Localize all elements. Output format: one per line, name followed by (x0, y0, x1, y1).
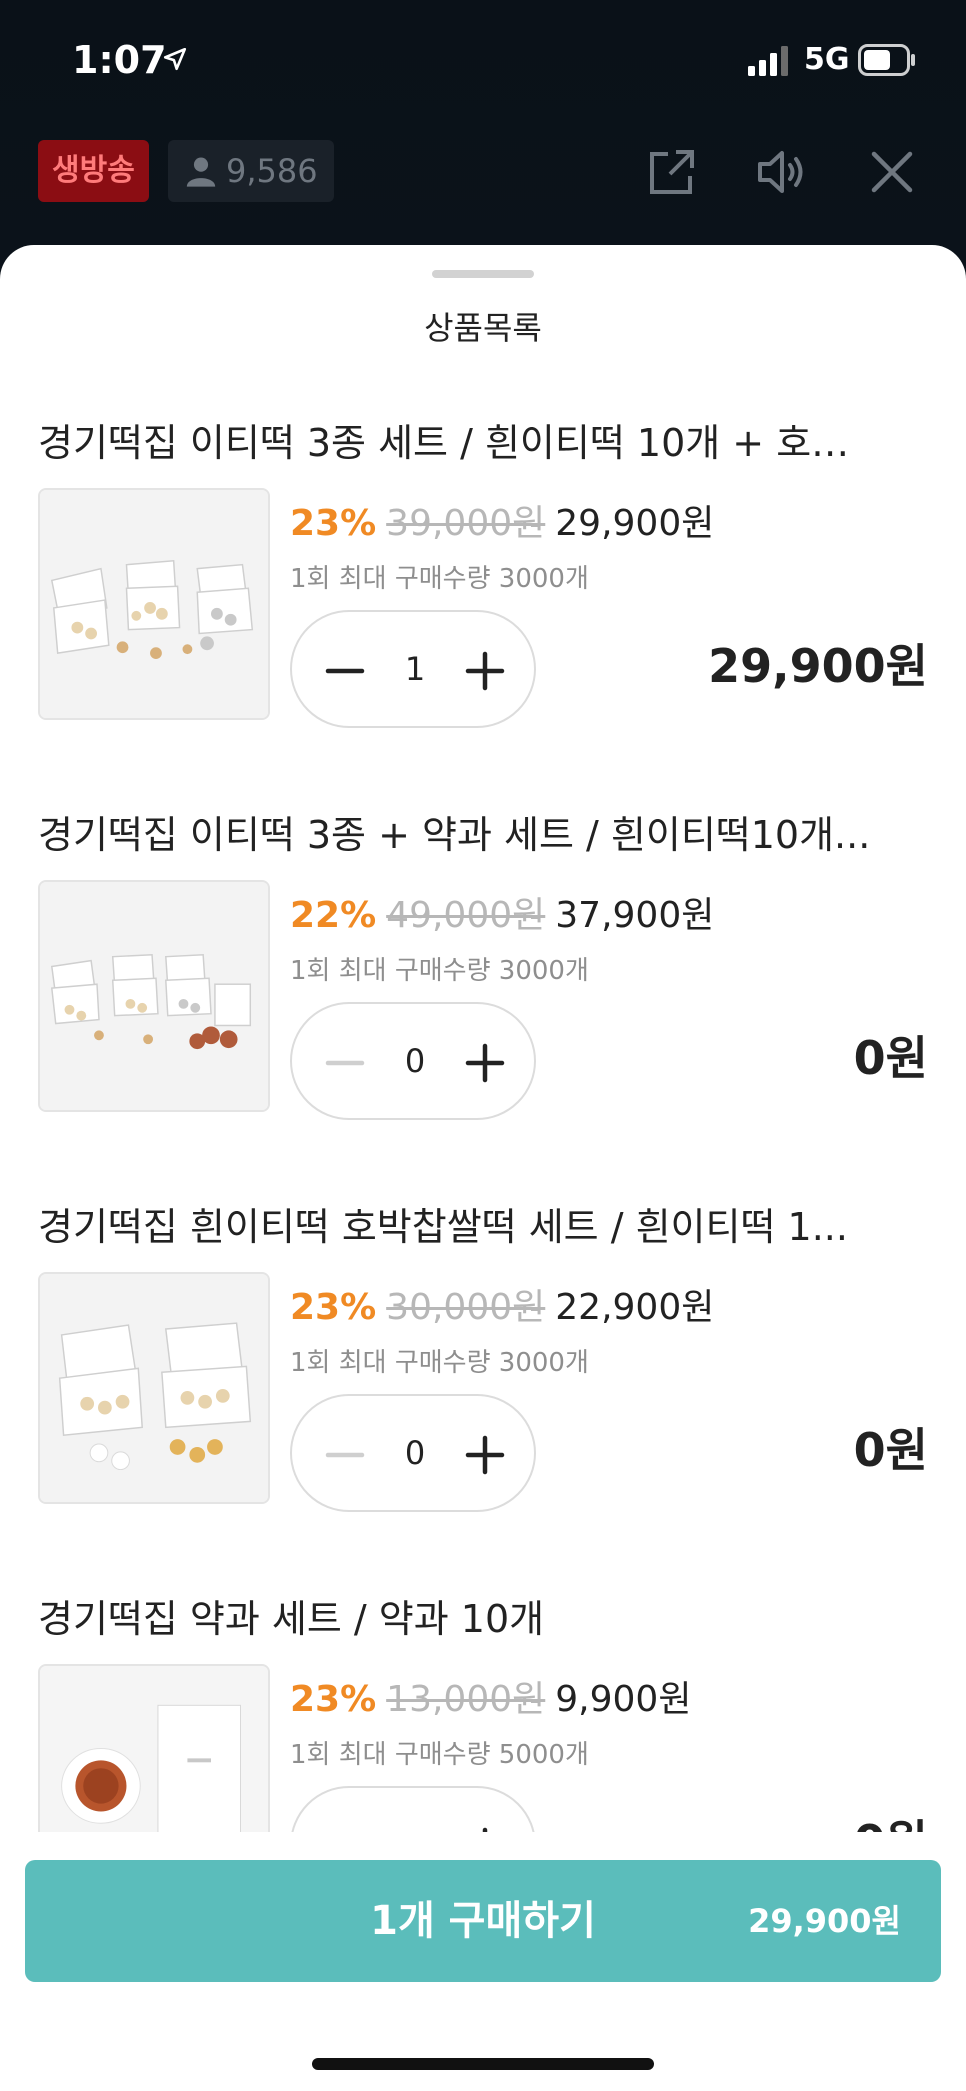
battery-icon (858, 44, 915, 76)
price-line: 23% 39,000원 29,900원 (290, 494, 714, 546)
quantity-stepper: 0 (290, 1002, 536, 1120)
product-image[interactable] (38, 1664, 270, 1832)
screen: 1:07 5G 생방송 9,586 상품목록 경기떡집 이티떡 3종 세트 / … (0, 0, 966, 2091)
product-title[interactable]: 경기떡집 흰이티떡 호박찹쌀떡 세트 / 흰이티떡 1... (38, 1196, 928, 1251)
viewer-count: 9,586 (168, 140, 334, 202)
minus-icon[interactable] (320, 646, 370, 696)
product-item: 경기떡집 이티떡 3종 세트 / 흰이티떡 10개 + 호… 23% 39,00… (0, 412, 966, 804)
close-icon[interactable] (866, 146, 918, 198)
original-price: 13,000원 (386, 1679, 546, 1720)
viewer-count-value: 9,586 (226, 152, 318, 190)
status-bar: 1:07 5G (0, 0, 966, 120)
product-image[interactable] (38, 1272, 270, 1504)
live-badge: 생방송 (38, 140, 149, 202)
quantity-value: 0 (404, 1434, 426, 1472)
quantity-value: 0 (390, 1788, 440, 1832)
network-label: 5G (804, 42, 850, 77)
live-header: 생방송 9,586 (0, 130, 966, 214)
signal-icon (748, 46, 788, 76)
location-arrow-icon (163, 47, 187, 71)
sale-price: 29,900원 (555, 503, 715, 544)
discount-rate: 22% (290, 895, 377, 936)
product-title[interactable]: 경기떡집 약과 세트 / 약과 10개 (38, 1588, 928, 1643)
sale-price: 22,900원 (555, 1287, 715, 1328)
discount-rate: 23% (290, 1679, 377, 1720)
quantity-stepper: 0 (290, 1786, 536, 1832)
price-line: 22% 49,000원 37,900원 (290, 886, 714, 938)
plus-icon[interactable] (460, 1430, 510, 1480)
line-total: 0원 (853, 1031, 928, 1085)
product-sheet: 상품목록 경기떡집 이티떡 3종 세트 / 흰이티떡 10개 + 호… 23% … (0, 245, 966, 2091)
product-list[interactable]: 경기떡집 이티떡 3종 세트 / 흰이티떡 10개 + 호… 23% 39,00… (0, 245, 966, 1832)
plus-icon[interactable] (460, 1038, 510, 1088)
sale-price: 9,900원 (555, 1679, 692, 1720)
line-total: 0원 (854, 1806, 928, 1832)
product-item: 경기떡집 이티떡 3종 + 약과 세트 / 흰이티떡10개... 22% 49,… (0, 804, 966, 1196)
purchase-limit: 1회 최대 구매수량 3000개 (290, 564, 589, 594)
line-total: 0원 (853, 1423, 928, 1477)
buy-button[interactable]: 1개 구매하기 29,900원 (25, 1860, 941, 1982)
purchase-limit: 1회 최대 구매수량 3000개 (290, 956, 589, 986)
quantity-value: 1 (404, 650, 426, 688)
product-item: 경기떡집 흰이티떡 호박찹쌀떡 세트 / 흰이티떡 1... 23% 30,00… (0, 1196, 966, 1588)
quantity-value: 0 (404, 1042, 426, 1080)
discount-rate: 23% (290, 1287, 377, 1328)
product-title[interactable]: 경기떡집 이티떡 3종 + 약과 세트 / 흰이티떡10개... (38, 804, 928, 859)
sale-price: 37,900원 (555, 895, 715, 936)
product-item: 경기떡집 약과 세트 / 약과 10개 23% 13,000원 9,900원 1… (0, 1588, 966, 1832)
original-price: 39,000원 (386, 503, 546, 544)
person-icon (186, 157, 216, 187)
plus-icon[interactable] (460, 646, 510, 696)
purchase-limit: 1회 최대 구매수량 3000개 (290, 1348, 589, 1378)
plus-icon[interactable] (460, 1822, 510, 1832)
original-price: 49,000원 (386, 895, 546, 936)
price-line: 23% 30,000원 22,900원 (290, 1278, 714, 1330)
price-line: 23% 13,000원 9,900원 (290, 1670, 691, 1722)
clock: 1:07 (72, 38, 167, 82)
product-image[interactable] (38, 880, 270, 1112)
discount-rate: 23% (290, 503, 377, 544)
buy-total: 29,900원 (748, 1902, 901, 1940)
quantity-stepper: 0 (290, 1394, 536, 1512)
home-indicator[interactable] (312, 2058, 654, 2070)
minus-icon[interactable] (320, 1430, 370, 1480)
purchase-limit: 1회 최대 구매수량 5000개 (290, 1740, 589, 1770)
product-title[interactable]: 경기떡집 이티떡 3종 세트 / 흰이티떡 10개 + 호… (38, 412, 928, 467)
speaker-icon[interactable] (754, 146, 806, 198)
quantity-stepper: 1 (290, 610, 536, 728)
share-icon[interactable] (646, 146, 698, 198)
minus-icon[interactable] (320, 1822, 370, 1832)
product-image[interactable] (38, 488, 270, 720)
original-price: 30,000원 (386, 1287, 546, 1328)
line-total: 29,900원 (708, 639, 928, 693)
minus-icon[interactable] (320, 1038, 370, 1088)
